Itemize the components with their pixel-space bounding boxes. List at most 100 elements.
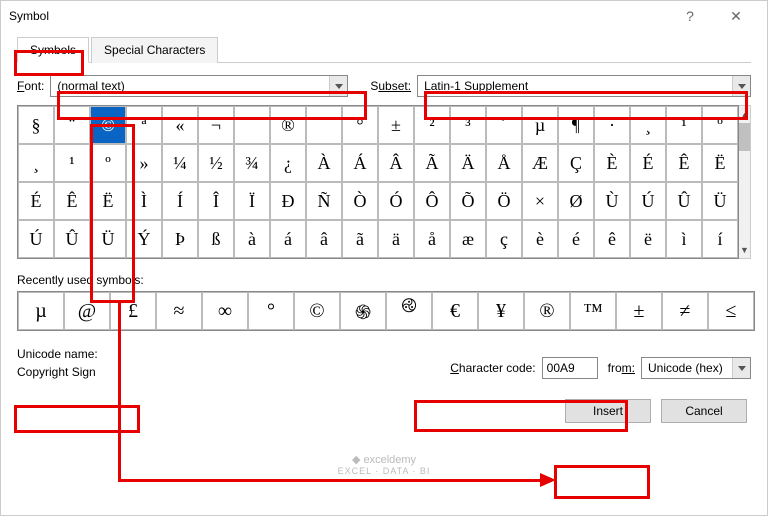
- char-cell[interactable]: Ç: [558, 144, 594, 182]
- recent-cell[interactable]: °: [248, 292, 294, 330]
- char-cell[interactable]: ¸: [18, 144, 54, 182]
- char-cell[interactable]: Û: [666, 182, 702, 220]
- chevron-down-icon[interactable]: [329, 76, 347, 96]
- help-button[interactable]: ?: [667, 1, 713, 31]
- char-cell[interactable]: ¸: [630, 106, 666, 144]
- tab-special-characters[interactable]: Special Characters: [91, 37, 218, 63]
- scroll-thumb[interactable]: [739, 123, 750, 151]
- char-cell[interactable]: Ø: [558, 182, 594, 220]
- recent-cell[interactable]: ≠: [662, 292, 708, 330]
- recent-cell[interactable]: £: [110, 292, 156, 330]
- char-cell[interactable]: ©: [90, 106, 126, 144]
- character-code-input[interactable]: [542, 357, 598, 379]
- char-cell[interactable]: ç: [486, 220, 522, 258]
- recent-cell[interactable]: @: [64, 292, 110, 330]
- char-cell[interactable]: Ô: [414, 182, 450, 220]
- insert-button[interactable]: Insert: [565, 399, 651, 423]
- recent-cell[interactable]: ©: [294, 292, 340, 330]
- char-cell[interactable]: ã: [342, 220, 378, 258]
- char-cell[interactable]: ³: [450, 106, 486, 144]
- from-combobox[interactable]: Unicode (hex): [641, 357, 751, 379]
- char-cell[interactable]: É: [630, 144, 666, 182]
- cancel-button[interactable]: Cancel: [661, 399, 747, 423]
- char-cell[interactable]: Ë: [90, 182, 126, 220]
- recent-cell[interactable]: ¥: [478, 292, 524, 330]
- char-cell[interactable]: ²: [414, 106, 450, 144]
- char-cell[interactable]: º: [702, 106, 738, 144]
- char-cell[interactable]: à: [234, 220, 270, 258]
- char-cell[interactable]: Á: [342, 144, 378, 182]
- char-cell[interactable]: ¹: [666, 106, 702, 144]
- char-cell[interactable]: Ü: [702, 182, 738, 220]
- char-cell[interactable]: ¿: [270, 144, 306, 182]
- char-cell[interactable]: ª: [126, 106, 162, 144]
- char-cell[interactable]: °: [342, 106, 378, 144]
- char-cell[interactable]: É: [18, 182, 54, 220]
- recent-cell[interactable]: ±: [616, 292, 662, 330]
- char-cell[interactable]: è: [522, 220, 558, 258]
- char-cell[interactable]: Å: [486, 144, 522, 182]
- char-cell[interactable]: Â: [378, 144, 414, 182]
- recent-cell[interactable]: ࿋: [386, 292, 432, 330]
- char-cell[interactable]: ¨: [54, 106, 90, 144]
- char-cell[interactable]: Í: [162, 182, 198, 220]
- char-cell[interactable]: È: [594, 144, 630, 182]
- char-cell[interactable]: æ: [450, 220, 486, 258]
- char-cell[interactable]: Ý: [126, 220, 162, 258]
- char-cell[interactable]: Î: [198, 182, 234, 220]
- char-cell[interactable]: Ú: [630, 182, 666, 220]
- char-cell[interactable]: Ú: [18, 220, 54, 258]
- char-cell[interactable]: Ö: [486, 182, 522, 220]
- char-cell[interactable]: Ü: [90, 220, 126, 258]
- char-cell[interactable]: ·: [594, 106, 630, 144]
- font-combobox[interactable]: (normal text): [50, 75, 348, 97]
- char-cell[interactable]: Ó: [378, 182, 414, 220]
- char-cell[interactable]: »: [126, 144, 162, 182]
- char-cell[interactable]: Ð: [270, 182, 306, 220]
- char-cell[interactable]: Û: [54, 220, 90, 258]
- char-cell[interactable]: Ä: [450, 144, 486, 182]
- char-cell[interactable]: Ê: [666, 144, 702, 182]
- char-cell[interactable]: «: [162, 106, 198, 144]
- char-cell[interactable]: Ê: [54, 182, 90, 220]
- recent-cell[interactable]: ≈: [156, 292, 202, 330]
- char-cell[interactable]: Þ: [162, 220, 198, 258]
- char-cell[interactable]: ä: [378, 220, 414, 258]
- recent-cell[interactable]: µ: [18, 292, 64, 330]
- recent-cell[interactable]: ֍: [340, 292, 386, 330]
- chevron-down-icon[interactable]: [732, 76, 750, 96]
- tab-symbols[interactable]: Symbols: [17, 37, 89, 63]
- char-cell[interactable]: ì: [666, 220, 702, 258]
- char-cell[interactable]: Õ: [450, 182, 486, 220]
- char-cell[interactable]: ¹: [54, 144, 90, 182]
- char-cell[interactable]: Æ: [522, 144, 558, 182]
- recent-cell[interactable]: €: [432, 292, 478, 330]
- char-cell[interactable]: å: [414, 220, 450, 258]
- char-cell[interactable]: ß: [198, 220, 234, 258]
- char-cell[interactable]: ®: [270, 106, 306, 144]
- scroll-down-icon[interactable]: ▼: [739, 241, 750, 258]
- grid-scrollbar[interactable]: ▲ ▼: [739, 105, 751, 259]
- recent-cell[interactable]: ≤: [708, 292, 754, 330]
- char-cell[interactable]: í: [702, 220, 738, 258]
- char-cell[interactable]: â: [306, 220, 342, 258]
- char-cell[interactable]: é: [558, 220, 594, 258]
- char-cell[interactable]: Ò: [342, 182, 378, 220]
- char-cell[interactable]: ´: [486, 106, 522, 144]
- char-cell[interactable]: Ñ: [306, 182, 342, 220]
- recent-cell[interactable]: ®: [524, 292, 570, 330]
- char-cell[interactable]: á: [270, 220, 306, 258]
- char-cell[interactable]: ×: [522, 182, 558, 220]
- scroll-up-icon[interactable]: ▲: [739, 106, 750, 123]
- char-cell[interactable]: º: [90, 144, 126, 182]
- char-cell[interactable]: µ: [522, 106, 558, 144]
- char-cell[interactable]: Ï: [234, 182, 270, 220]
- char-cell[interactable]: Ù: [594, 182, 630, 220]
- char-cell[interactable]: ¶: [558, 106, 594, 144]
- recent-cell[interactable]: ™: [570, 292, 616, 330]
- subset-combobox[interactable]: Latin-1 Supplement: [417, 75, 751, 97]
- char-cell[interactable]: ¼: [162, 144, 198, 182]
- char-cell[interactable]: Ã: [414, 144, 450, 182]
- char-cell[interactable]: ½: [198, 144, 234, 182]
- recent-cell[interactable]: ∞: [202, 292, 248, 330]
